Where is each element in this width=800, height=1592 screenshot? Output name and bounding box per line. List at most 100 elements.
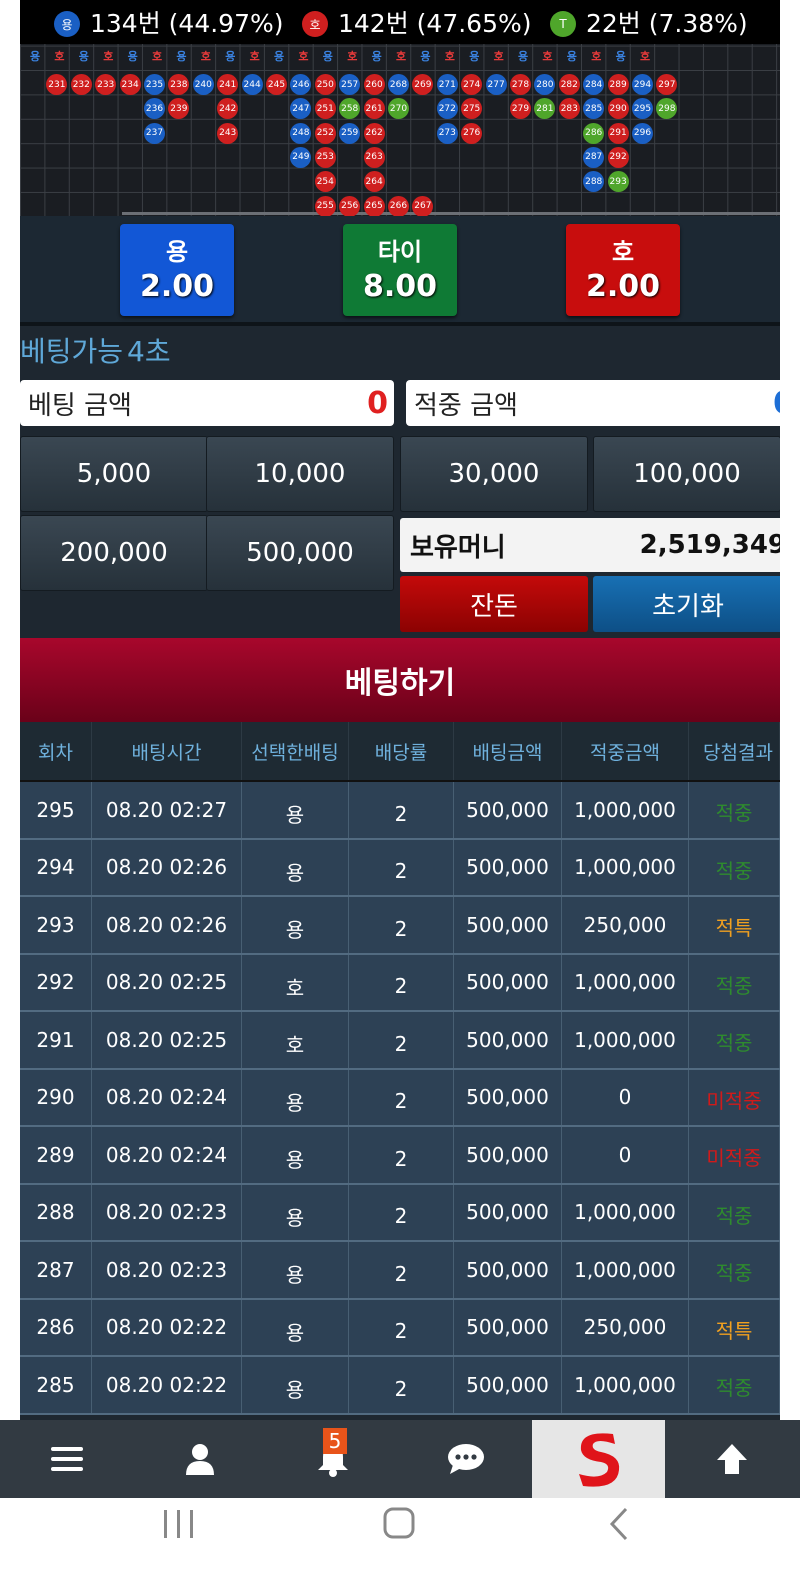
chip-200000-button[interactable]: 200,000 xyxy=(20,515,208,591)
road-ball: 243 xyxy=(217,122,239,144)
bet-history-table: 회차 배팅시간 선택한배팅 배당률 배팅금액 적중금액 당첨결과 295 08.2… xyxy=(20,722,780,1415)
back-icon[interactable] xyxy=(606,1506,632,1542)
row-round: 295 xyxy=(20,782,92,838)
chip-10000-button[interactable]: 10,000 xyxy=(206,436,394,512)
row-round: 292 xyxy=(20,954,92,1010)
recent-apps-icon[interactable] xyxy=(162,1508,196,1540)
row-odds: 2 xyxy=(349,1242,454,1298)
road-ball: 238 xyxy=(168,74,190,95)
bet-tie-button[interactable]: 타이 8.00 xyxy=(343,224,457,316)
road-ball: 277 xyxy=(485,74,507,95)
row-bet-amount: 500,000 xyxy=(454,1012,562,1068)
road-ball: 296 xyxy=(632,122,653,144)
chip-5000-button[interactable]: 5,000 xyxy=(20,436,208,512)
road-ball: 281 xyxy=(534,98,556,120)
row-result: 미적중 xyxy=(689,1127,780,1183)
road-ball: 265 xyxy=(363,195,385,216)
home-icon[interactable] xyxy=(382,1506,416,1540)
road-header-label: 호 xyxy=(54,50,65,63)
row-round: 293 xyxy=(20,897,92,953)
row-choice: 호 xyxy=(242,1012,349,1068)
row-time: 08.20 02:25 xyxy=(92,1012,242,1068)
row-bet-amount: 500,000 xyxy=(454,954,562,1010)
road-ball: 280 xyxy=(534,74,556,95)
col-odds: 배당률 xyxy=(349,722,454,780)
arrow-up-icon xyxy=(716,1444,747,1474)
reset-button[interactable]: 초기화 xyxy=(593,576,780,632)
table-row: 291 08.20 02:25 호 2 500,000 1,000,000 적중 xyxy=(20,1012,780,1070)
table-row: 288 08.20 02:23 용 2 500,000 1,000,000 적중 xyxy=(20,1184,780,1242)
road-header-label: 용 xyxy=(566,50,577,63)
row-round: 290 xyxy=(20,1069,92,1125)
row-time: 08.20 02:22 xyxy=(92,1357,242,1413)
road-ball: 291 xyxy=(607,122,629,144)
road-ball: 248 xyxy=(290,122,312,144)
row-result: 적특 xyxy=(689,897,780,953)
col-time: 배팅시간 xyxy=(92,722,242,780)
row-bet-amount: 500,000 xyxy=(454,1242,562,1298)
bet-amount-label: 베팅 금액 xyxy=(28,390,132,421)
row-result: 적중 xyxy=(689,1184,780,1240)
row-choice: 용 xyxy=(242,782,349,838)
road-ball: 262 xyxy=(363,122,385,144)
nav-chat[interactable] xyxy=(399,1420,532,1498)
row-win-amount: 1,000,000 xyxy=(562,1357,689,1413)
chat-icon xyxy=(447,1444,484,1474)
road-header-label: 용 xyxy=(518,50,529,63)
row-round: 285 xyxy=(20,1357,92,1413)
nav-notifications[interactable]: 5 xyxy=(266,1420,399,1498)
road-header-label: 호 xyxy=(249,50,260,63)
road-ball: 288 xyxy=(583,171,605,193)
road-header-label: 호 xyxy=(493,50,504,63)
table-row: 293 08.20 02:26 용 2 500,000 250,000 적특 xyxy=(20,897,780,955)
win-amount-label: 적중 금액 xyxy=(414,390,518,421)
road-ball: 252 xyxy=(314,122,336,144)
nav-logo[interactable] xyxy=(532,1420,665,1498)
change-button[interactable]: 잔돈 xyxy=(400,576,588,632)
road-header-label: 용 xyxy=(78,50,89,63)
row-odds: 2 xyxy=(349,839,454,895)
road-ball: 271 xyxy=(436,74,458,95)
row-odds: 2 xyxy=(349,1357,454,1413)
chip-500000-button[interactable]: 500,000 xyxy=(206,515,394,591)
tie-badge-icon: T xyxy=(550,11,576,37)
road-ball: 273 xyxy=(436,122,458,144)
nav-user[interactable] xyxy=(133,1420,266,1498)
row-win-amount: 1,000,000 xyxy=(562,782,689,838)
road-ball: 269 xyxy=(412,74,434,95)
chip-30000-button[interactable]: 30,000 xyxy=(400,436,588,512)
road-ball: 254 xyxy=(314,171,336,193)
bet-tiger-button[interactable]: 호 2.00 xyxy=(566,224,680,316)
chip-100000-button[interactable]: 100,000 xyxy=(593,436,780,512)
balance-value: 2,519,349 xyxy=(639,530,780,560)
road-header-label: 용 xyxy=(127,50,138,63)
road-ball: 298 xyxy=(656,98,678,120)
road-ball: 260 xyxy=(363,74,385,95)
road-ball: 297 xyxy=(656,74,678,95)
menu-icon xyxy=(50,1447,83,1471)
nav-menu[interactable] xyxy=(0,1420,133,1498)
row-time: 08.20 02:26 xyxy=(92,897,242,953)
row-result: 적중 xyxy=(689,839,780,895)
tiger-badge-icon: 호 xyxy=(302,11,328,37)
road-header-label: 호 xyxy=(200,50,211,63)
bet-dragon-button[interactable]: 용 2.00 xyxy=(120,224,234,316)
row-choice: 용 xyxy=(242,1357,349,1413)
place-bet-button[interactable]: 베팅하기 xyxy=(20,638,780,722)
row-bet-amount: 500,000 xyxy=(454,1184,562,1240)
betting-timer: 베팅가능 4초 xyxy=(20,330,171,374)
row-round: 287 xyxy=(20,1242,92,1298)
road-header-label: 용 xyxy=(322,50,333,63)
row-win-amount: 1,000,000 xyxy=(562,839,689,895)
row-bet-amount: 500,000 xyxy=(454,1357,562,1413)
row-round: 294 xyxy=(20,839,92,895)
row-bet-amount: 500,000 xyxy=(454,782,562,838)
notification-badge: 5 xyxy=(323,1428,347,1454)
row-odds: 2 xyxy=(349,1299,454,1355)
nav-scroll-top[interactable] xyxy=(665,1420,798,1498)
road-header-label: 용 xyxy=(274,50,285,63)
road-scroll-line xyxy=(122,212,780,215)
road-ball: 293 xyxy=(607,171,629,193)
row-choice: 용 xyxy=(242,1299,349,1355)
road-ball: 240 xyxy=(192,74,214,95)
